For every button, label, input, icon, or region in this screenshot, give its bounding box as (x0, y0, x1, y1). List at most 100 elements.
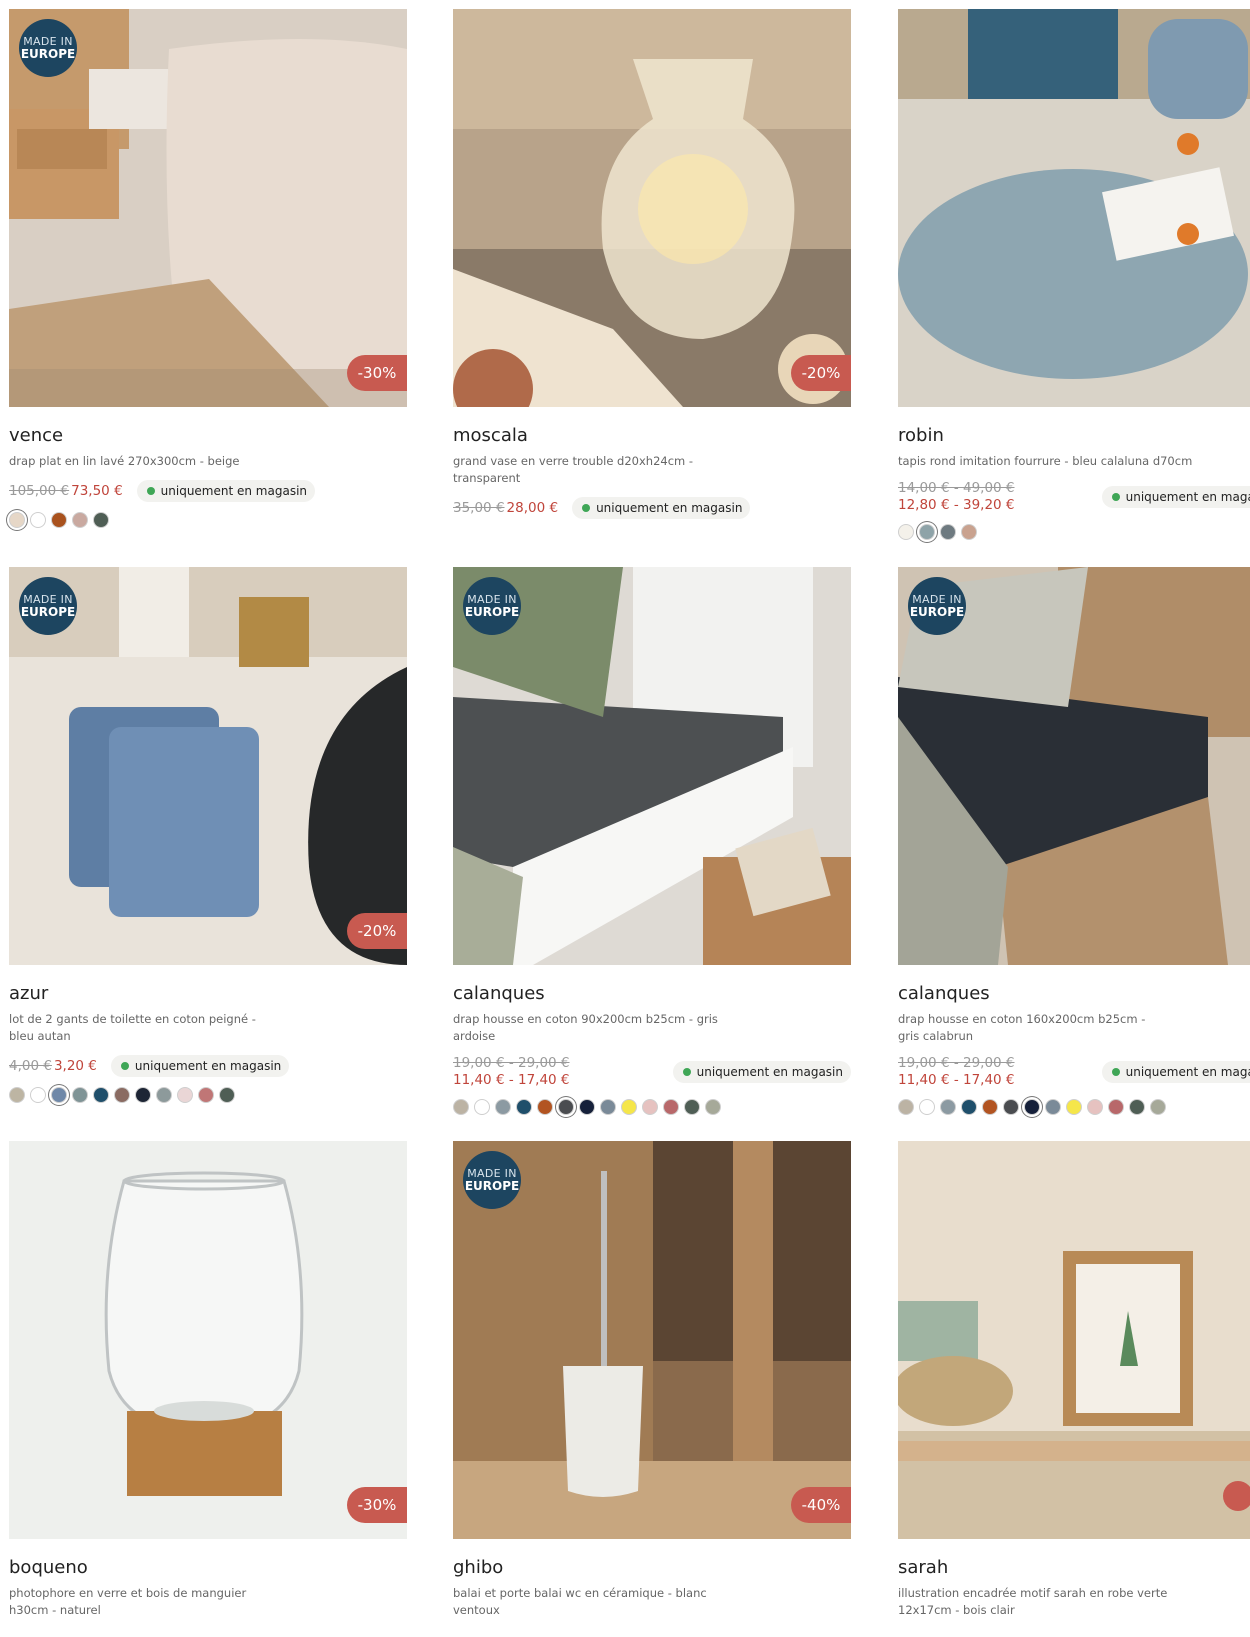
green-dot-icon (682, 1068, 691, 1076)
new-price: 12,80 € - 39,20 € (898, 497, 1015, 513)
product-name[interactable]: vence (9, 425, 407, 447)
old-price: 14,00 € - 49,00 € (898, 480, 1015, 496)
color-swatch[interactable] (919, 1099, 935, 1115)
color-swatch[interactable] (684, 1099, 700, 1115)
glass-photophore-photo (9, 1141, 407, 1539)
product-description: lot de 2 gants de toilette en coton peig… (9, 1012, 256, 1043)
color-swatch[interactable] (705, 1099, 721, 1115)
color-swatch[interactable] (940, 1099, 956, 1115)
bed-linen-photo (9, 9, 407, 407)
discount-badge: -30% (347, 355, 407, 391)
color-swatch[interactable] (114, 1087, 130, 1103)
product-name[interactable]: boqueno (9, 1557, 407, 1579)
product-card-ghibo[interactable]: MADE IN EUROPE -40% ghibo balai et porte… (453, 1141, 851, 1619)
made-in-europe-badge: MADE IN EUROPE (19, 19, 77, 77)
product-card-azur[interactable]: MADE IN EUROPE -20% azur lot de 2 gants … (9, 567, 407, 1103)
color-swatch[interactable] (198, 1087, 214, 1103)
product-image[interactable]: MADE IN EUROPE (898, 567, 1250, 965)
color-swatch[interactable] (898, 1099, 914, 1115)
old-price: 105,00 € (9, 483, 70, 499)
product-card-sarah[interactable]: sarah illustration encadrée motif sarah … (898, 1141, 1250, 1619)
color-swatch[interactable] (1024, 1099, 1040, 1115)
product-name[interactable]: ghibo (453, 1557, 851, 1579)
color-swatch[interactable] (51, 512, 67, 528)
product-card-vence[interactable]: MADE IN EUROPE -30% vence drap plat en l… (9, 9, 407, 528)
color-swatch[interactable] (30, 512, 46, 528)
product-name[interactable]: calanques (898, 983, 1250, 1005)
color-swatch[interactable] (1087, 1099, 1103, 1115)
product-card-calanques-160[interactable]: MADE IN EUROPE calanques drap housse en … (898, 567, 1250, 1115)
store-only-badge: uniquement en magasin (136, 480, 316, 502)
color-swatch[interactable] (93, 1087, 109, 1103)
made-in-europe-badge: MADE IN EUROPE (908, 577, 966, 635)
color-swatch[interactable] (93, 512, 109, 528)
color-swatch[interactable] (537, 1099, 553, 1115)
new-price: 73,50 € (71, 483, 123, 499)
product-image[interactable]: MADE IN EUROPE (453, 567, 851, 965)
discount-badge: -40% (791, 1487, 851, 1523)
product-image[interactable] (898, 1141, 1250, 1539)
color-swatch[interactable] (579, 1099, 595, 1115)
color-swatches (898, 524, 1250, 540)
color-swatch[interactable] (516, 1099, 532, 1115)
color-swatch[interactable] (1066, 1099, 1082, 1115)
color-swatch[interactable] (30, 1087, 46, 1103)
color-swatch[interactable] (621, 1099, 637, 1115)
color-swatches (9, 512, 407, 528)
round-rug-photo (898, 9, 1250, 407)
color-swatch[interactable] (9, 512, 25, 528)
product-name[interactable]: azur (9, 983, 407, 1005)
color-swatch[interactable] (558, 1099, 574, 1115)
color-swatch[interactable] (453, 1099, 469, 1115)
color-swatch[interactable] (961, 1099, 977, 1115)
color-swatch[interactable] (1150, 1099, 1166, 1115)
product-image[interactable]: -20% (453, 9, 851, 407)
color-swatch[interactable] (1108, 1099, 1124, 1115)
price-row: 35,00 € 28,00 € uniquement en magasin (453, 497, 851, 519)
color-swatch[interactable] (940, 524, 956, 540)
product-image[interactable]: MADE IN EUROPE -40% (453, 1141, 851, 1539)
color-swatch[interactable] (9, 1087, 25, 1103)
color-swatch[interactable] (600, 1099, 616, 1115)
old-price: 19,00 € - 29,00 € (898, 1055, 1015, 1071)
product-card-robin[interactable]: robin tapis rond imitation fourrure - bl… (898, 9, 1250, 540)
color-swatch[interactable] (156, 1087, 172, 1103)
color-swatch[interactable] (135, 1087, 151, 1103)
product-description: tapis rond imitation fourrure - bleu cal… (898, 454, 1193, 468)
color-swatch[interactable] (219, 1087, 235, 1103)
color-swatch[interactable] (961, 524, 977, 540)
color-swatch[interactable] (982, 1099, 998, 1115)
product-name[interactable]: calanques (453, 983, 851, 1005)
color-swatch[interactable] (663, 1099, 679, 1115)
product-description: drap housse en coton 160x200cm b25cm - g… (898, 1012, 1146, 1043)
product-image[interactable]: MADE IN EUROPE -30% (9, 9, 407, 407)
color-swatch[interactable] (495, 1099, 511, 1115)
product-name[interactable]: sarah (898, 1557, 1250, 1579)
color-swatch[interactable] (1045, 1099, 1061, 1115)
color-swatch[interactable] (1129, 1099, 1145, 1115)
toilet-brush-photo (453, 1141, 851, 1539)
color-swatch[interactable] (919, 524, 935, 540)
product-image[interactable]: -30% (9, 1141, 407, 1539)
product-description: grand vase en verre trouble d20xh24cm - … (453, 454, 694, 485)
color-swatches (9, 1087, 407, 1103)
color-swatch[interactable] (898, 524, 914, 540)
color-swatch[interactable] (51, 1087, 67, 1103)
product-description: drap housse en coton 90x200cm b25cm - gr… (453, 1012, 718, 1043)
product-name[interactable]: moscala (453, 425, 851, 447)
product-name[interactable]: robin (898, 425, 1250, 447)
color-swatch[interactable] (72, 1087, 88, 1103)
color-swatch[interactable] (474, 1099, 490, 1115)
color-swatch[interactable] (1003, 1099, 1019, 1115)
color-swatch[interactable] (72, 512, 88, 528)
price-row: 105,00 € 73,50 € uniquement en magasin (9, 480, 407, 502)
product-description: illustration encadrée motif sarah en rob… (898, 1586, 1168, 1617)
product-image[interactable]: MADE IN EUROPE -20% (9, 567, 407, 965)
color-swatch[interactable] (642, 1099, 658, 1115)
product-image[interactable] (898, 9, 1250, 407)
color-swatch[interactable] (177, 1087, 193, 1103)
old-price: 4,00 € (9, 1058, 52, 1074)
product-card-calanques-90[interactable]: MADE IN EUROPE calanques drap housse en … (453, 567, 851, 1115)
product-card-boqueno[interactable]: -30% boqueno photophore en verre et bois… (9, 1141, 407, 1619)
product-card-moscala[interactable]: -20% moscala grand vase en verre trouble… (453, 9, 851, 519)
